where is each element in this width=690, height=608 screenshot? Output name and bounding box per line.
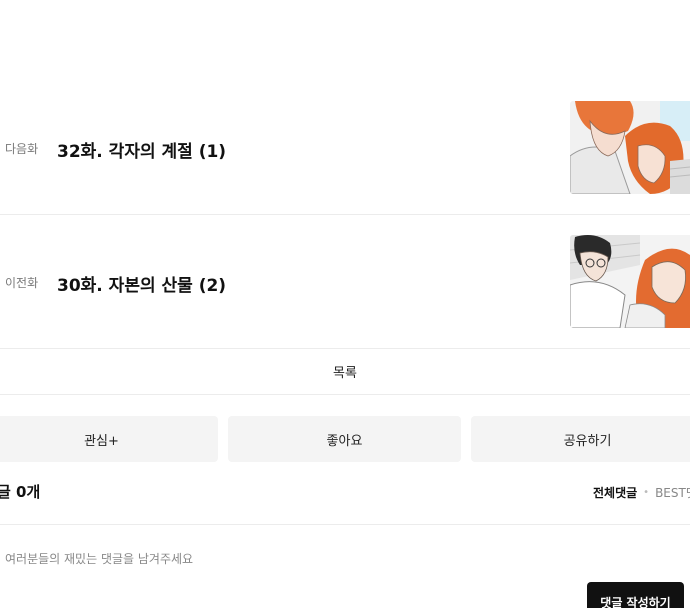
tab-best-comments[interactable]: BEST댓: [655, 484, 690, 501]
tab-all-comments[interactable]: 전체댓글: [593, 484, 637, 501]
previous-episode-thumbnail-art: [570, 235, 690, 328]
previous-episode-thumbnail[interactable]: [570, 235, 690, 328]
interest-button-label: 관심+: [84, 433, 119, 449]
comment-sort-tabs: 전체댓글 • BEST댓: [593, 484, 690, 501]
comment-count: 글 0개: [0, 483, 41, 501]
next-episode-title[interactable]: 32화. 각자의 계절 (1): [57, 137, 226, 162]
previous-episode-title[interactable]: 30화. 자본의 산물 (2): [57, 271, 226, 296]
previous-episode-label: 이전화: [5, 276, 39, 290]
share-button[interactable]: 공유하기: [471, 416, 690, 462]
comment-input[interactable]: [5, 548, 565, 570]
episode-footer-page: 다음화 32화. 각자의 계절 (1) 이전화 30화. 자본의 산물 (2): [0, 0, 690, 608]
next-episode-thumbnail-art: [570, 101, 690, 194]
next-episode-label: 다음화: [5, 142, 39, 156]
share-button-label: 공유하기: [563, 433, 612, 449]
tab-separator: •: [643, 487, 650, 498]
episode-list-button[interactable]: 목록: [0, 349, 690, 395]
next-episode-thumbnail[interactable]: [570, 101, 690, 194]
interest-button[interactable]: 관심+: [0, 416, 218, 462]
submit-comment-button[interactable]: 댓글 작성하기: [587, 582, 684, 608]
comments-divider: [0, 524, 690, 525]
next-episode-link[interactable]: 다음화 32화. 각자의 계절 (1): [0, 81, 690, 215]
previous-episode-link[interactable]: 이전화 30화. 자본의 산물 (2): [0, 215, 690, 349]
submit-comment-label: 댓글 작성하기: [600, 595, 671, 608]
like-button-label: 좋아요: [326, 433, 363, 449]
episode-list-label: 목록: [333, 366, 357, 381]
like-button[interactable]: 좋아요: [228, 416, 461, 462]
